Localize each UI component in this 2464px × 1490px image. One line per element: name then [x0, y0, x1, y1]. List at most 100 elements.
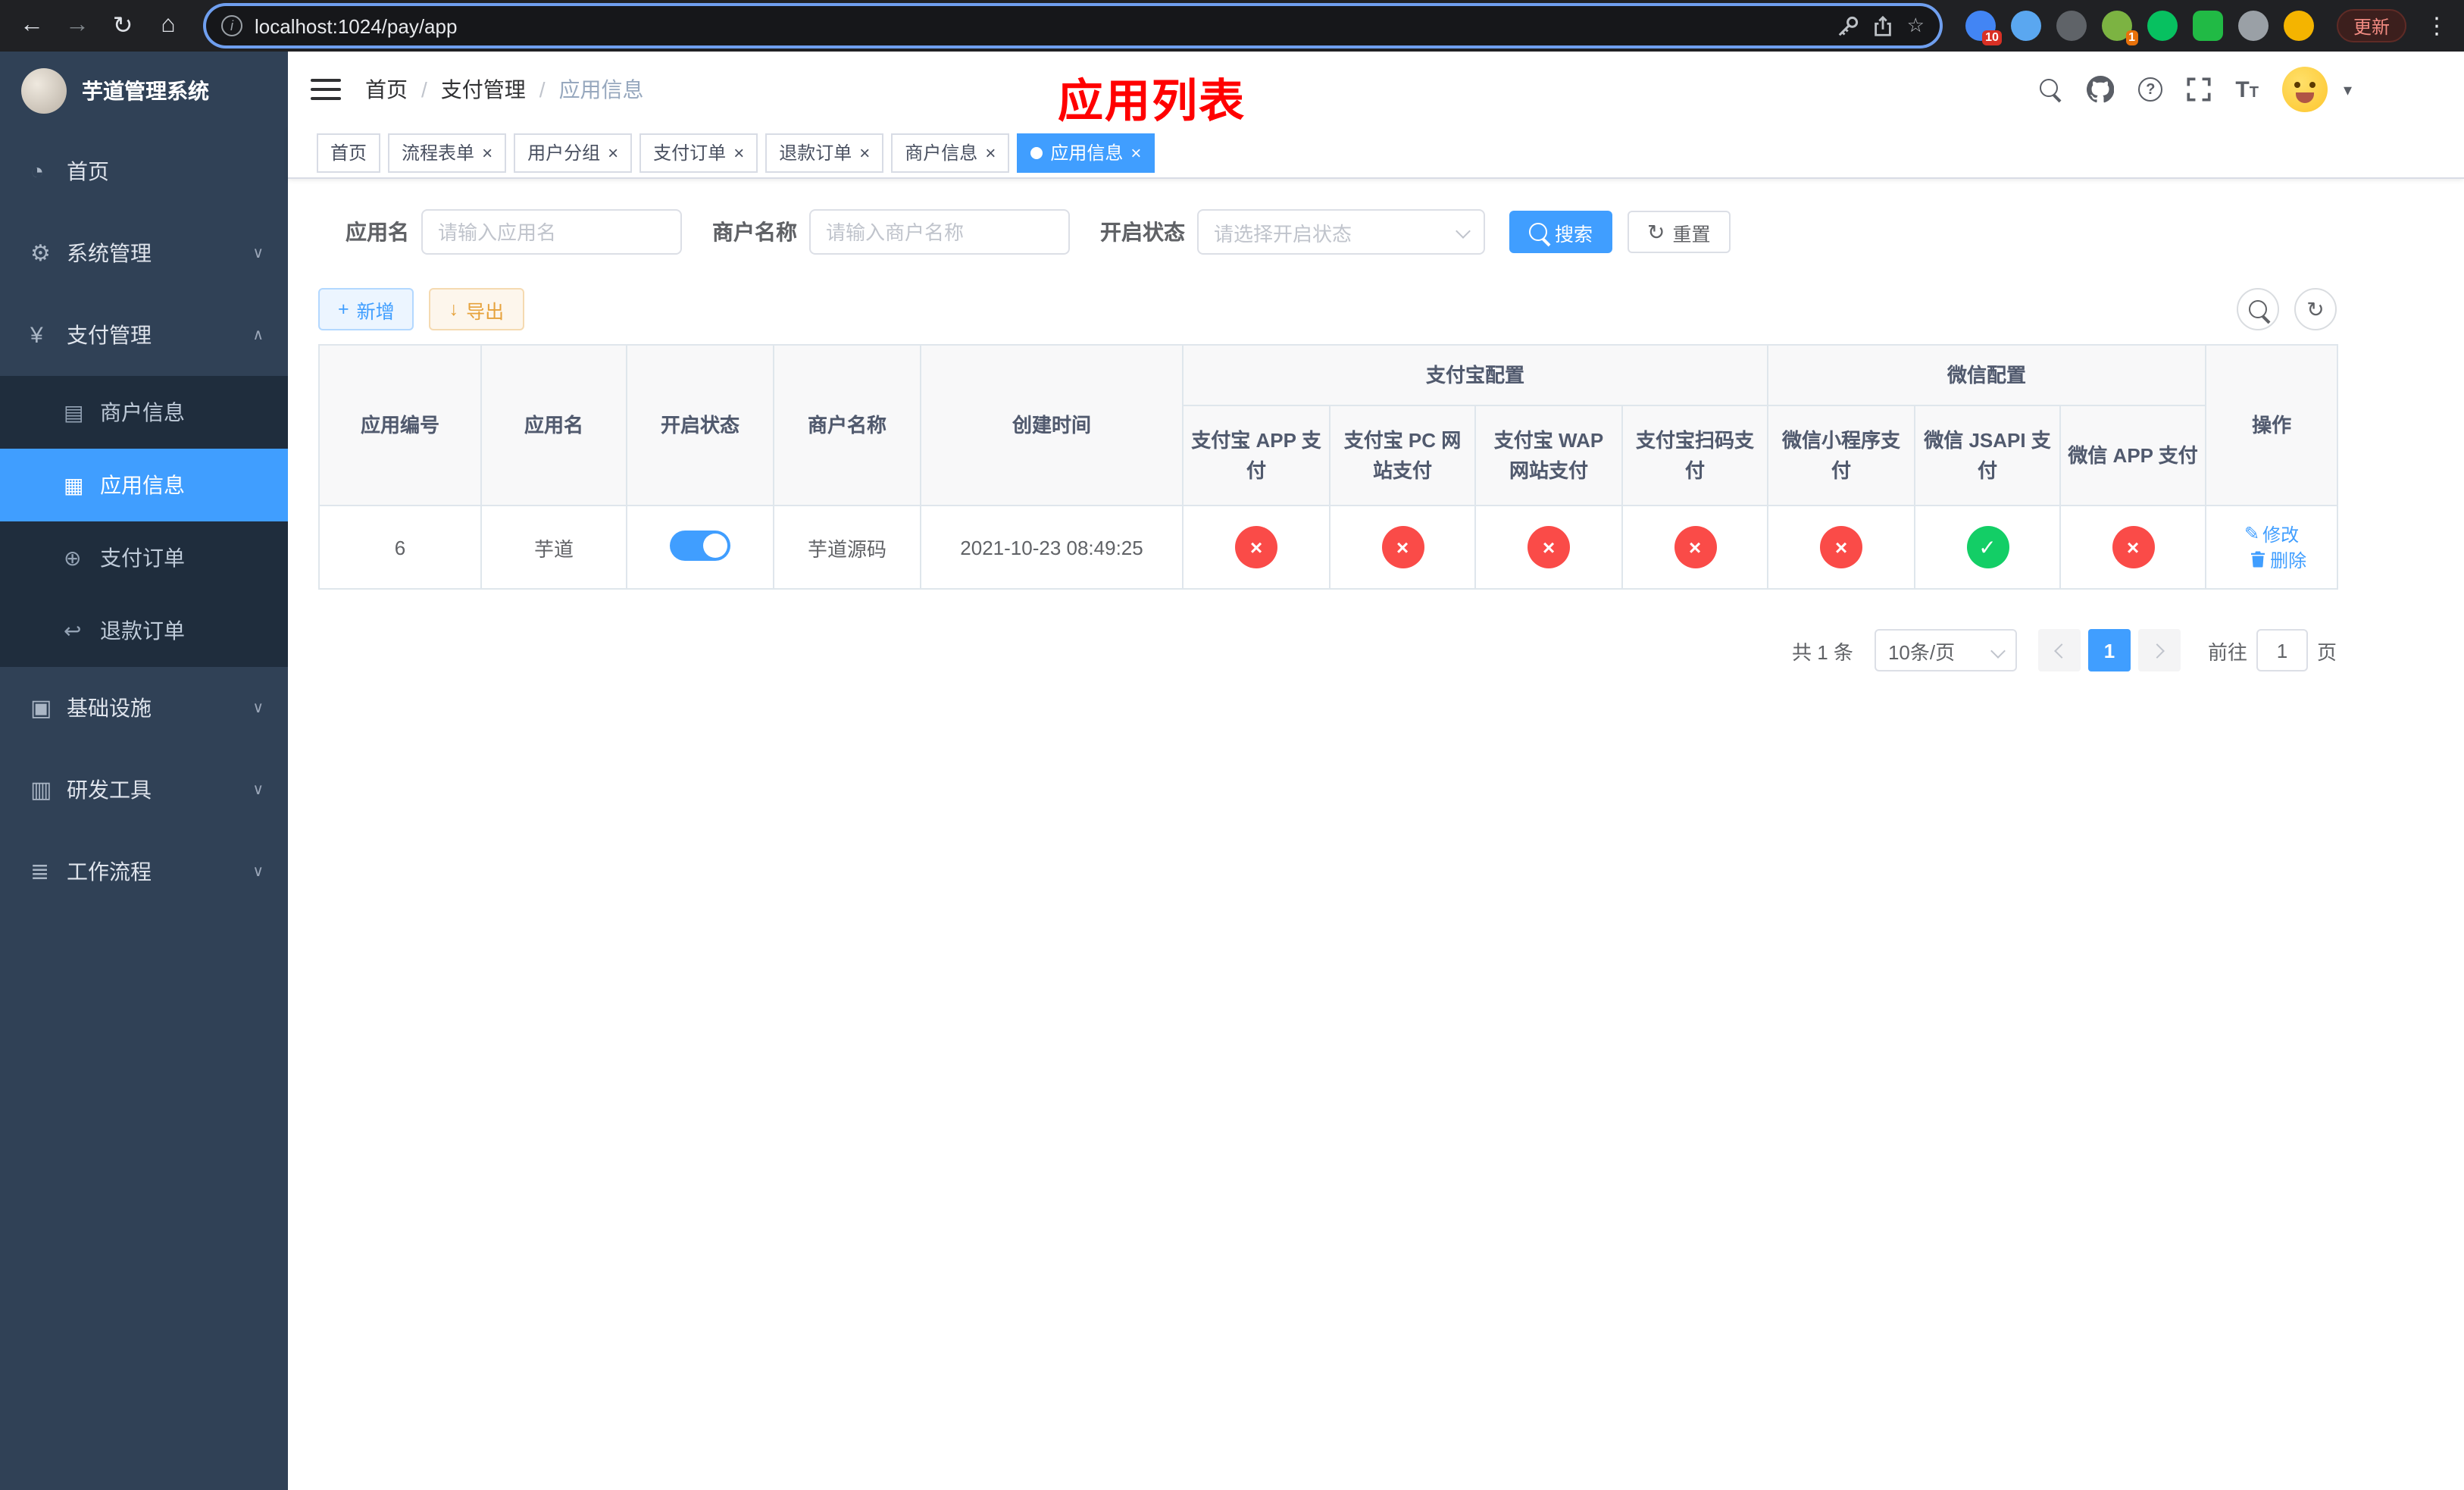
fullscreen-icon[interactable] — [2187, 77, 2211, 102]
sidebar-subitem-app-info[interactable]: ▦ 应用信息 — [0, 449, 288, 521]
search-icon — [1529, 223, 1547, 241]
url-bar[interactable]: i localhost:1024/pay/app ☆ — [206, 6, 1940, 45]
extension-icon[interactable]: 1 — [2101, 11, 2138, 45]
cell-merchant: 芋道源码 — [773, 505, 921, 590]
sidebar-item-label: 系统管理 — [67, 241, 152, 265]
sidebar-item-home[interactable]: ◔ 首页 — [0, 130, 288, 212]
page-content: 应用名 商户名称 开启状态 请选择开启状态 搜索 — [288, 179, 2464, 671]
close-icon[interactable]: × — [608, 143, 618, 161]
tab-refund-order[interactable]: 退款订单 × — [765, 133, 884, 172]
close-icon[interactable]: × — [482, 143, 492, 161]
reload-icon[interactable]: ↻ — [103, 6, 142, 45]
gear-icon: ⚙ — [30, 241, 51, 267]
sidebar-subitem-pay-order[interactable]: ⊕ 支付订单 — [0, 521, 288, 594]
goto-page-input[interactable] — [2256, 629, 2308, 671]
bookmark-star-icon[interactable]: ☆ — [1907, 14, 1925, 38]
status-select[interactable]: 请选择开启状态 — [1197, 209, 1485, 255]
extension-icon[interactable] — [2192, 11, 2223, 41]
main-area: 首页 / 支付管理 / 应用信息 应用列表 ? TT ▾ 首页 流程表单 × 用… — [288, 52, 2464, 1490]
extension-icon[interactable]: 10 — [1965, 11, 2002, 45]
avatar-caret-icon[interactable]: ▾ — [2344, 80, 2352, 99]
sidebar-item-infrastructure[interactable]: ▣ 基础设施 ∨ — [0, 667, 288, 749]
disabled-status-icon: × — [1381, 526, 1424, 568]
edit-link[interactable]: ✎ 修改 — [2244, 521, 2299, 547]
breadcrumb: 首页 / 支付管理 / 应用信息 — [365, 74, 644, 105]
col-header-alipay-app: 支付宝 APP 支付 — [1182, 405, 1330, 506]
user-avatar[interactable] — [2282, 67, 2328, 112]
page-size-select[interactable]: 10条/页 — [1874, 629, 2017, 671]
close-icon[interactable]: × — [985, 143, 996, 161]
next-page-button[interactable] — [2137, 629, 2181, 671]
yen-icon: ¥ — [30, 322, 43, 348]
tab-home[interactable]: 首页 — [317, 133, 381, 172]
sidebar-item-devtools[interactable]: ▥ 研发工具 ∨ — [0, 749, 288, 831]
sidebar-item-system[interactable]: ⚙ 系统管理 ∨ — [0, 212, 288, 294]
search-icon — [2248, 299, 2268, 319]
export-button[interactable]: ↓ 导出 — [429, 288, 524, 330]
prev-page-button[interactable] — [2037, 629, 2081, 671]
toolbar-right: ↻ — [2237, 288, 2337, 330]
browser-toolbar: ← → ↻ ⌂ i localhost:1024/pay/app ☆ 10 1 — [0, 0, 2464, 52]
app-header: 首页 / 支付管理 / 应用信息 应用列表 ? TT ▾ — [288, 52, 2464, 127]
extension-icon[interactable] — [2056, 11, 2087, 41]
col-header-create-time: 创建时间 — [920, 344, 1184, 506]
tab-label: 应用信息 — [1050, 142, 1124, 164]
breadcrumb-item-payment[interactable]: 支付管理 — [441, 74, 526, 105]
close-icon[interactable]: × — [859, 143, 870, 161]
chrome-update-button[interactable]: 更新 — [2336, 9, 2406, 42]
disabled-status-icon: × — [1820, 526, 1863, 568]
puzzle-icon[interactable] — [2237, 11, 2269, 41]
sidebar-item-label: 基础设施 — [67, 696, 152, 720]
search-button[interactable]: 搜索 — [1509, 211, 1613, 253]
status-select-placeholder: 请选择开启状态 — [1214, 222, 1352, 245]
browser-menu-icon[interactable]: ⋮ — [2422, 12, 2452, 39]
page-number-button[interactable]: 1 — [2087, 629, 2131, 671]
forward-icon[interactable]: → — [58, 6, 97, 45]
tab-label: 流程表单 — [402, 142, 475, 164]
col-header-wx-app: 微信 APP 支付 — [2059, 405, 2207, 506]
github-icon[interactable] — [2087, 76, 2115, 103]
chevron-up-icon: ∧ — [252, 327, 264, 343]
tab-pay-order[interactable]: 支付订单 × — [639, 133, 758, 172]
reset-button[interactable]: ↻ 重置 — [1628, 211, 1731, 253]
disabled-status-icon: × — [2112, 526, 2155, 568]
site-info-icon[interactable]: i — [221, 15, 242, 36]
share-icon[interactable] — [1872, 14, 1895, 37]
close-icon[interactable]: × — [733, 143, 744, 161]
toggle-search-button[interactable] — [2237, 288, 2279, 330]
enabled-status-icon: ✓ — [1966, 526, 2009, 568]
chevron-down-icon — [1456, 224, 1471, 239]
add-button[interactable]: + 新增 — [318, 288, 414, 330]
sidebar-subitem-refund-order[interactable]: ↩ 退款订单 — [0, 594, 288, 667]
back-icon[interactable]: ← — [12, 6, 52, 45]
sidebar-subitem-merchant-info[interactable]: ▤ 商户信息 — [0, 376, 288, 449]
help-icon[interactable]: ? — [2138, 77, 2163, 102]
tab-merchant-info[interactable]: 商户信息 × — [891, 133, 1010, 172]
sidebar-toggle-icon[interactable] — [311, 79, 341, 100]
merchant-name-input[interactable] — [809, 209, 1070, 255]
breadcrumb-item-home[interactable]: 首页 — [365, 74, 408, 105]
chevron-down-icon: ∨ — [252, 781, 264, 798]
sidebar: 芋道管理系统 ◔ 首页 ⚙ 系统管理 ∨ ¥ 支付管理 ∧ ▤ 商户信息 ▦ 应… — [0, 52, 288, 1490]
sidebar-item-payment[interactable]: ¥ 支付管理 ∧ — [0, 294, 288, 376]
font-size-icon[interactable]: TT — [2235, 78, 2259, 101]
tab-process-form[interactable]: 流程表单 × — [388, 133, 507, 172]
extension-icon[interactable] — [2010, 11, 2041, 41]
app-name-input[interactable] — [421, 209, 682, 255]
tab-user-group[interactable]: 用户分组 × — [514, 133, 633, 172]
search-icon[interactable] — [2040, 78, 2062, 101]
merchant-name-label: 商户名称 — [712, 220, 797, 244]
page-annotation: 应用列表 — [1058, 77, 1246, 127]
infrastructure-icon: ▣ — [30, 696, 52, 722]
extension-icon[interactable] — [2147, 11, 2178, 41]
tab-app-info[interactable]: 应用信息 × — [1017, 133, 1155, 172]
close-icon[interactable]: × — [1130, 143, 1141, 161]
password-key-icon[interactable] — [1837, 14, 1860, 37]
sidebar-item-workflow[interactable]: ≣ 工作流程 ∨ — [0, 831, 288, 912]
profile-avatar-icon[interactable] — [2283, 11, 2314, 41]
chevron-right-icon — [2150, 643, 2165, 658]
refresh-table-button[interactable]: ↻ — [2294, 288, 2337, 330]
status-toggle[interactable] — [670, 530, 730, 560]
delete-link[interactable]: 删除 — [2249, 547, 2306, 573]
home-icon[interactable]: ⌂ — [149, 6, 188, 45]
